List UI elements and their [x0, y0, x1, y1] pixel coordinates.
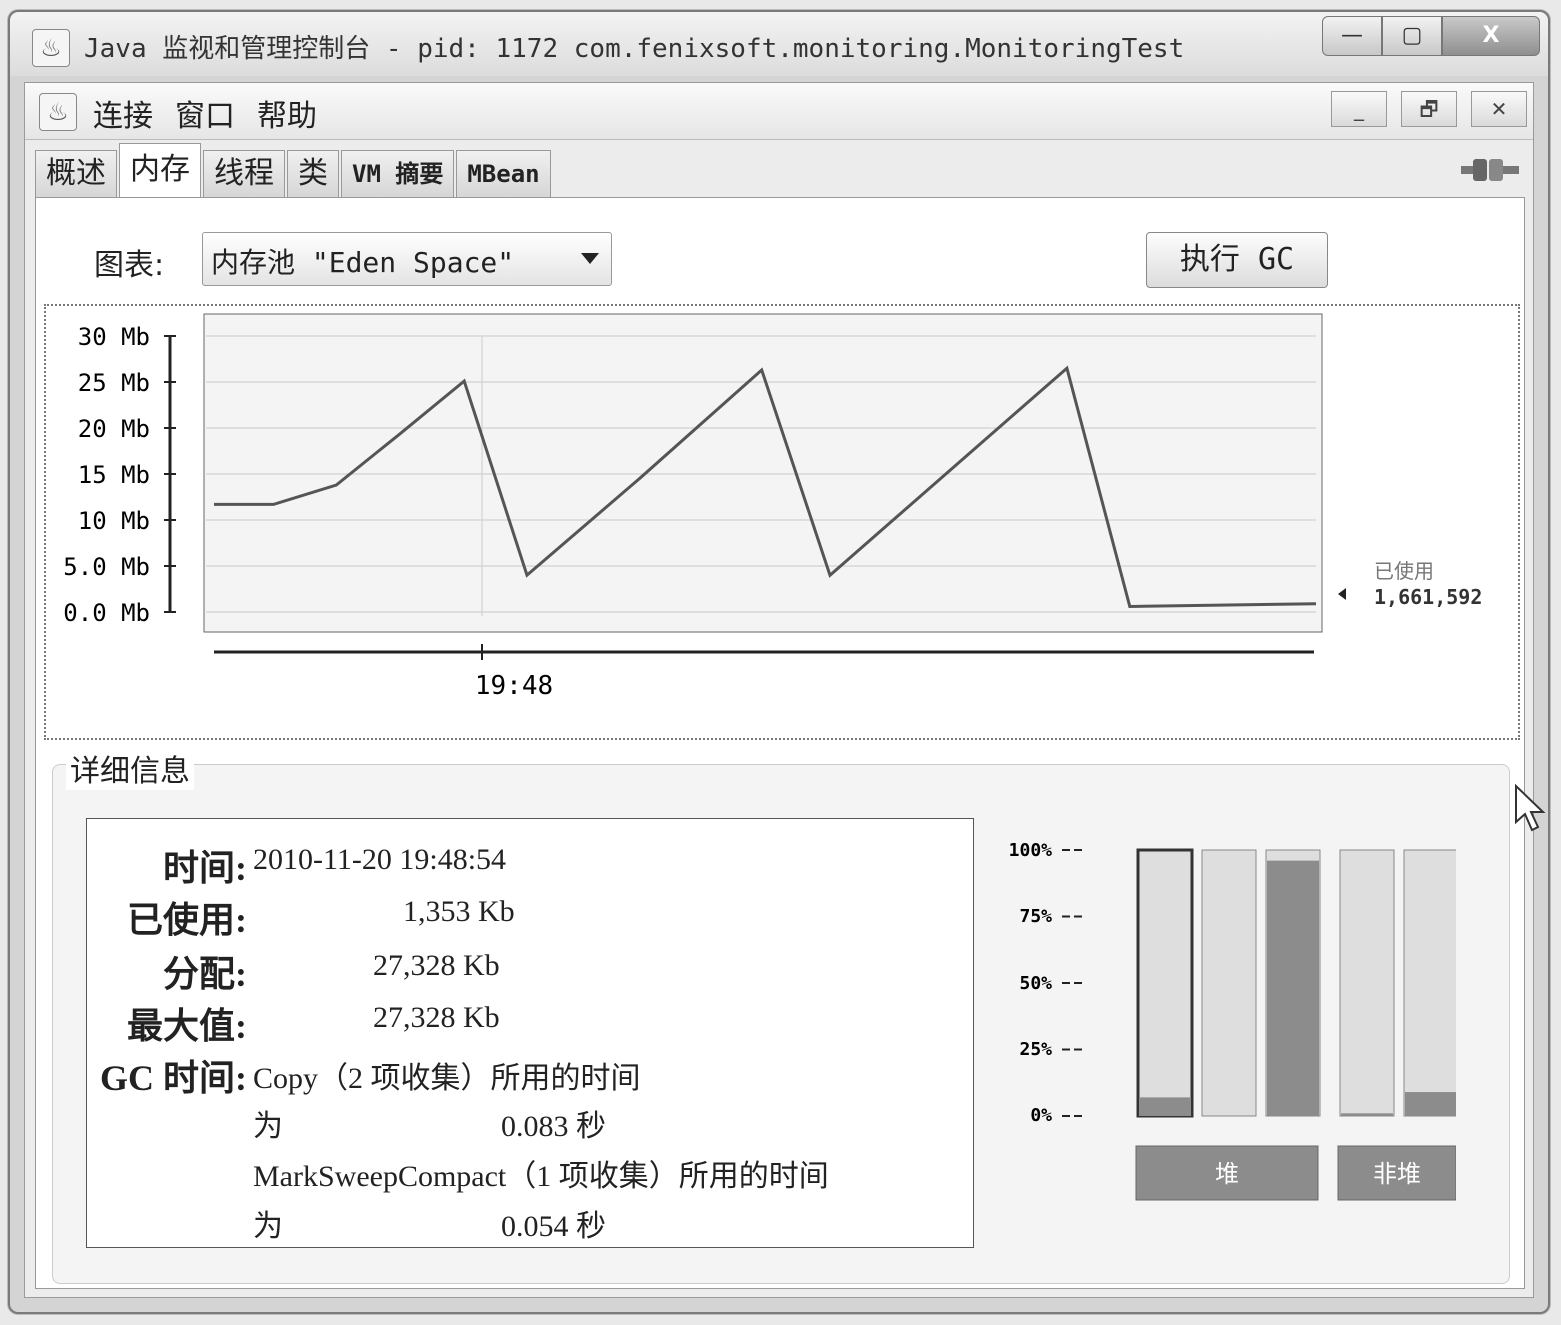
- frame-restore-button[interactable]: 🗗: [1401, 91, 1457, 127]
- y-tick-label: 15 Mb: [78, 461, 150, 489]
- max-label: 最大值:: [127, 1006, 247, 1046]
- tab-vm-summary[interactable]: VM 摘要: [341, 150, 455, 197]
- details-text-area: 时间: 2010-11-20 19:48:54 已使用: 1,353 Kb 分配…: [86, 818, 974, 1248]
- bar-y-tick: 25%: [1019, 1039, 1052, 1060]
- pool-bar-fill: [1139, 1097, 1191, 1116]
- window-controls: — ▢ X: [1322, 16, 1540, 56]
- heap-label: 堆: [1215, 1160, 1239, 1188]
- menu-connection[interactable]: 连接: [93, 91, 153, 135]
- gc-copy-time: 0.083 秒: [501, 1110, 606, 1143]
- close-button[interactable]: X: [1442, 16, 1540, 56]
- max-value: 27,328 Kb: [373, 1001, 500, 1034]
- gc-msc-line: MarkSweepCompact（1 项收集）所用的时间: [253, 1160, 829, 1193]
- heap-pool-bar[interactable]: [1136, 848, 1194, 1118]
- pool-bar-fill: [1405, 1092, 1456, 1116]
- committed-value: 27,328 Kb: [373, 949, 500, 982]
- plot-area: [203, 313, 1323, 633]
- menu-window[interactable]: 窗口: [175, 91, 235, 135]
- details-title: 详细信息: [66, 746, 194, 790]
- used-label: 已使用:: [127, 900, 247, 940]
- x-tick-label: 19:48: [475, 671, 553, 701]
- heap-pool-bar[interactable]: [1201, 849, 1257, 1117]
- memory-panel: 图表: 内存池 "Eden Space" 执行 GC 30 Mb 25 Mb 20 …: [35, 197, 1525, 1289]
- y-tick-label: 30 Mb: [78, 323, 150, 351]
- y-tick-label: 0.0 Mb: [63, 599, 150, 627]
- y-tick-label: 20 Mb: [78, 415, 150, 443]
- gc-msc-time: 0.054 秒: [501, 1210, 606, 1243]
- chart-select[interactable]: 内存池 "Eden Space": [202, 232, 612, 286]
- nonheap-pool-bar[interactable]: [1339, 849, 1395, 1117]
- java-cup-icon[interactable]: ♨: [39, 93, 77, 131]
- used-value: 1,353 Kb: [403, 895, 515, 928]
- memory-chart: 30 Mb 25 Mb 20 Mb 15 Mb 10 Mb 5.0 Mb 0.0 Mb 19…: [44, 304, 1520, 740]
- bar-y-tick: 0%: [1030, 1105, 1052, 1126]
- perform-gc-button[interactable]: 执行 GC: [1146, 232, 1328, 288]
- chart-label: 图表:: [94, 248, 165, 283]
- pool-bar-fill: [1341, 1113, 1393, 1116]
- pool-bar-fill: [1267, 860, 1319, 1116]
- minimize-button[interactable]: —: [1322, 16, 1382, 56]
- chevron-down-icon: [581, 253, 599, 264]
- y-tick-label: 25 Mb: [78, 369, 150, 397]
- nonheap-label: 非堆: [1373, 1160, 1421, 1188]
- mouse-cursor-icon: [1515, 784, 1546, 832]
- y-tick-label: 10 Mb: [78, 507, 150, 535]
- chart-select-value: 内存池 "Eden Space": [211, 246, 515, 279]
- legend-marker-icon: [1338, 588, 1346, 600]
- bar-y-tick: 50%: [1019, 973, 1052, 994]
- gc-copy-line: Copy（2 项收集）所用的时间: [253, 1062, 641, 1095]
- bar-y-tick: 75%: [1019, 906, 1052, 927]
- tab-memory[interactable]: 内存: [119, 143, 201, 198]
- y-tick-label: 5.0 Mb: [63, 553, 150, 581]
- mdi-client: ♨ 连接 窗口 帮助 _ 🗗 ✕ 概述 内存 线程 类 VM 摘要 MBean: [24, 82, 1534, 1298]
- committed-label: 分配:: [163, 954, 247, 994]
- legend-label: 已使用: [1374, 559, 1434, 583]
- java-cup-icon: ♨: [32, 29, 70, 67]
- frame-minimize-button[interactable]: _: [1331, 91, 1387, 127]
- internal-frame-controls: _ 🗗 ✕: [1331, 91, 1527, 127]
- window-title: Java 监视和管理控制台 - pid: 1172 com.fenixsoft.…: [84, 34, 1185, 64]
- memory-pool-bar-chart: 100% 75% 50% 25% 0% 堆 非堆: [1009, 840, 1456, 1201]
- maximize-button[interactable]: ▢: [1382, 16, 1442, 56]
- menu-bar: ♨ 连接 窗口 帮助 _ 🗗 ✕: [25, 83, 1533, 140]
- tab-strip: 概述 内存 线程 类 VM 摘要 MBean: [35, 143, 553, 198]
- plug-icon[interactable]: [1461, 153, 1519, 187]
- nonheap-pool-bar[interactable]: [1403, 849, 1456, 1117]
- legend-value: 1,661,592: [1374, 585, 1482, 609]
- app-window: ♨ Java 监视和管理控制台 - pid: 1172 com.fenixsof…: [8, 10, 1550, 1314]
- time-value: 2010-11-20 19:48:54: [253, 843, 507, 876]
- title-bar[interactable]: ♨ Java 监视和管理控制台 - pid: 1172 com.fenixsof…: [10, 12, 1548, 76]
- menu-items: 连接 窗口 帮助: [93, 91, 317, 135]
- tab-overview[interactable]: 概述: [35, 150, 117, 197]
- gc-time-label: GC 时间:: [100, 1058, 247, 1098]
- gc-msc-prefix: 为: [253, 1210, 283, 1243]
- time-label: 时间:: [163, 848, 247, 888]
- tab-mbean[interactable]: MBean: [456, 150, 551, 197]
- frame-close-button[interactable]: ✕: [1471, 91, 1527, 127]
- bar-y-tick: 100%: [1009, 840, 1053, 861]
- memory-chart-svg: 30 Mb 25 Mb 20 Mb 15 Mb 10 Mb 5.0 Mb 0.0 Mb 19…: [63, 313, 1482, 701]
- menu-help[interactable]: 帮助: [257, 91, 317, 135]
- tab-classes[interactable]: 类: [287, 150, 339, 197]
- tab-threads[interactable]: 线程: [203, 150, 285, 197]
- gc-copy-prefix: 为: [253, 1110, 283, 1143]
